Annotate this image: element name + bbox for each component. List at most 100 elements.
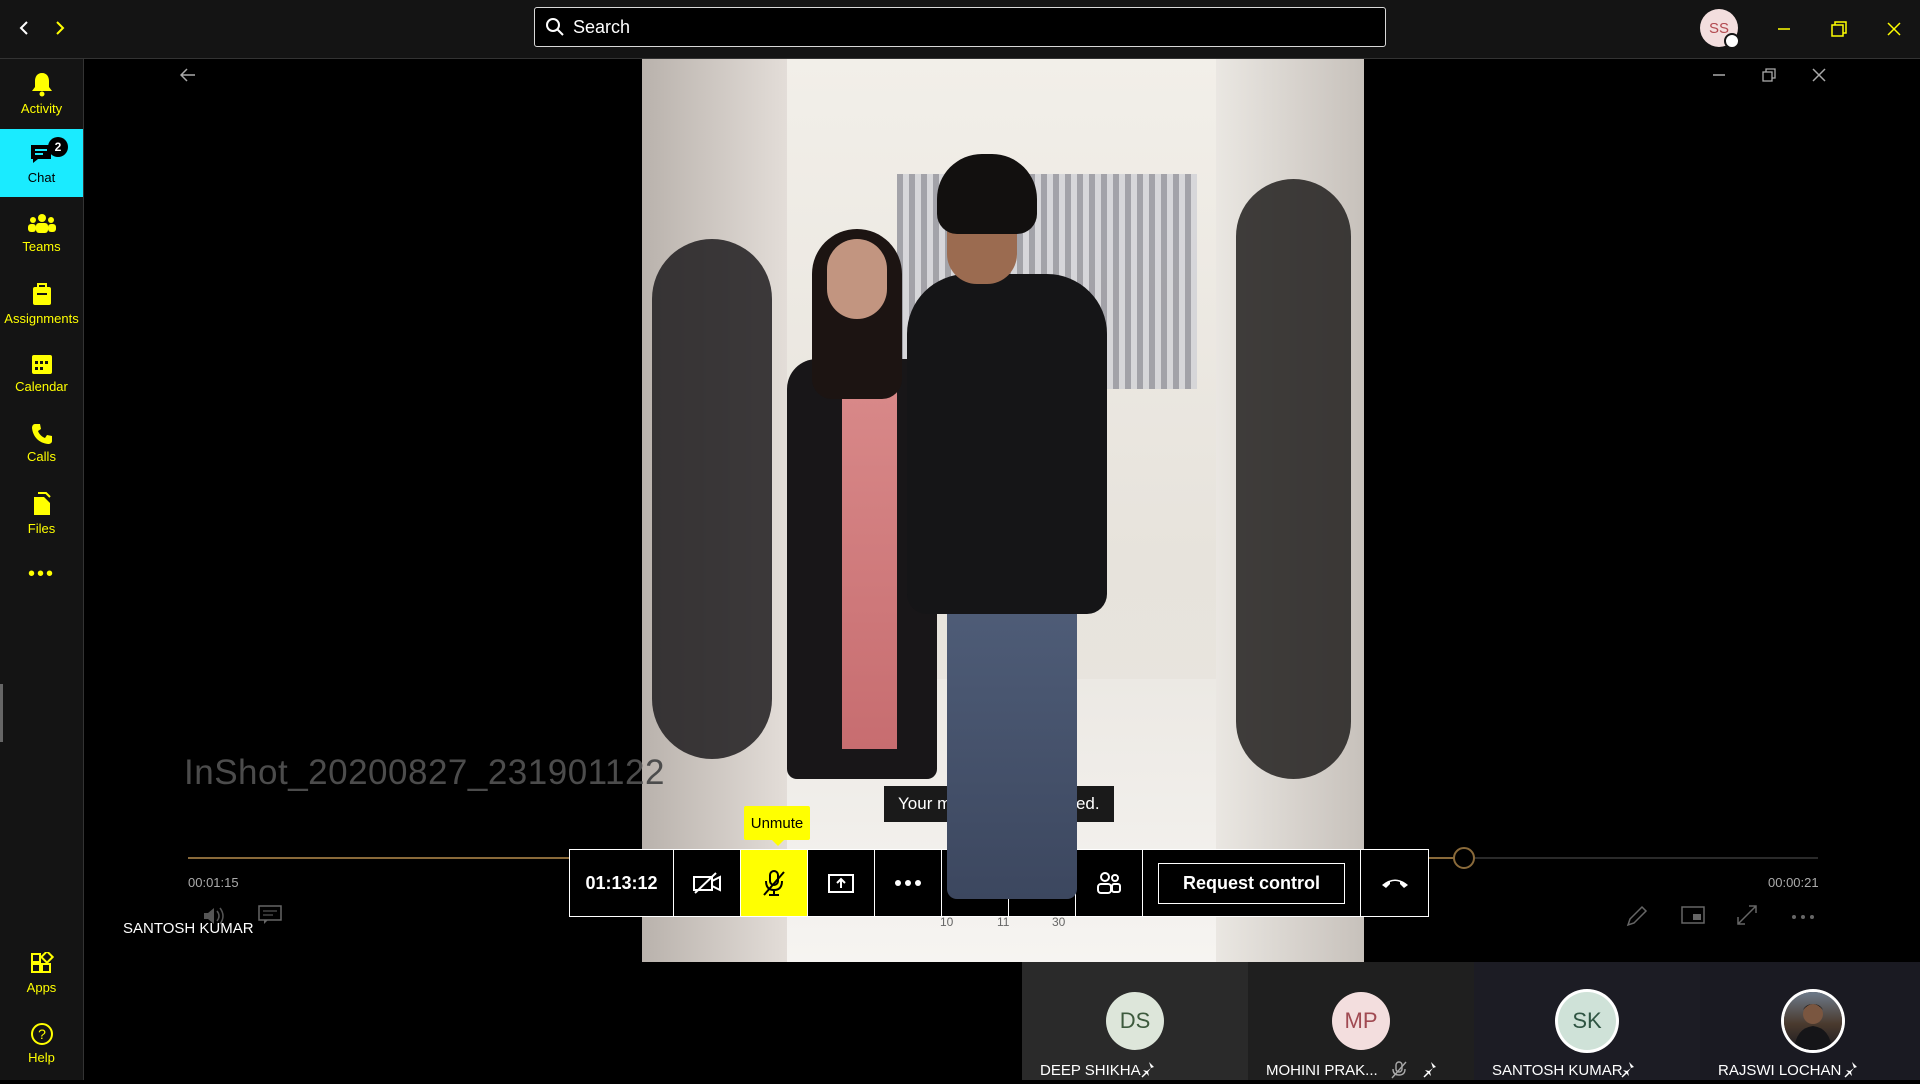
search-icon xyxy=(545,17,565,42)
fullscreen-icon[interactable] xyxy=(1736,904,1758,931)
search-input[interactable]: Search xyxy=(534,7,1386,47)
back-arrow-icon[interactable] xyxy=(179,68,196,87)
request-control-cell: Request control xyxy=(1143,850,1361,916)
rail-item-files[interactable]: Files xyxy=(0,479,83,547)
volume-icon[interactable] xyxy=(202,905,228,932)
more-dots-icon: ••• xyxy=(27,562,55,585)
chat-badge: 2 xyxy=(48,137,68,157)
picture-in-picture-icon[interactable] xyxy=(1681,904,1705,931)
restore-window-button[interactable] xyxy=(1822,12,1856,46)
participant-photo-avatar xyxy=(1784,992,1842,1050)
participant-name: SANTOSH KUMAR xyxy=(1492,1062,1623,1079)
rail-item-apps[interactable]: Apps xyxy=(0,939,83,1007)
close-window-button[interactable] xyxy=(1877,12,1911,46)
participant-tile[interactable]: MP MOHINI PRAK... xyxy=(1248,962,1474,1080)
video-person-b-hoodie xyxy=(907,274,1107,614)
media-remaining-time: 00:00:21 xyxy=(1768,875,1819,890)
bell-icon xyxy=(31,72,52,96)
media-filename: InShot_20200827_231901122 xyxy=(184,753,665,792)
rail-label-help: Help xyxy=(28,1049,55,1065)
pin-icon[interactable] xyxy=(1843,1061,1861,1084)
unmute-tooltip: Unmute xyxy=(744,806,810,846)
call-duration: 01:13:12 xyxy=(570,850,674,916)
captions-icon[interactable] xyxy=(258,905,282,930)
camera-off-icon xyxy=(693,872,721,894)
shared-minimize-icon[interactable] xyxy=(1712,68,1726,87)
video-person-b-jeans xyxy=(947,599,1077,899)
rail-label-files: Files xyxy=(27,520,56,536)
rail-scroll-marker xyxy=(0,684,3,742)
svg-text:?: ? xyxy=(38,1026,46,1042)
rail-label-teams: Teams xyxy=(22,238,61,254)
participants-icon xyxy=(1097,872,1121,894)
back-arrow-icon[interactable] xyxy=(12,14,36,42)
rail-item-help[interactable]: ? Help xyxy=(0,1009,83,1077)
participant-avatar: SK xyxy=(1558,992,1616,1050)
show-participants-button[interactable] xyxy=(1076,850,1143,916)
shared-restore-icon[interactable] xyxy=(1762,68,1776,87)
rail-label-chat: Chat xyxy=(27,169,56,185)
rail-label-assignments: Assignments xyxy=(4,310,79,326)
minimize-window-button[interactable] xyxy=(1767,12,1801,46)
scale-label: 30 xyxy=(1052,915,1066,929)
assignments-icon xyxy=(32,282,51,305)
scale-label: 11 xyxy=(997,915,1010,929)
participant-avatar: MP xyxy=(1332,992,1390,1050)
more-options-icon[interactable] xyxy=(1791,908,1815,926)
presenter-name: SANTOSH KUMAR xyxy=(123,920,254,937)
share-screen-button[interactable] xyxy=(808,850,875,916)
phone-icon xyxy=(31,423,52,444)
title-bar: Search SS xyxy=(0,0,1920,59)
files-icon xyxy=(33,491,51,515)
participant-name: DEEP SHIKHA xyxy=(1040,1062,1141,1079)
media-progress-knob[interactable] xyxy=(1453,847,1475,869)
more-dots-icon xyxy=(895,880,921,886)
video-blur-right xyxy=(1216,59,1364,962)
participant-name: RAJSWI LOCHAN xyxy=(1718,1062,1842,1079)
video-frame xyxy=(787,59,1216,962)
rail-item-calls[interactable]: Calls xyxy=(0,409,83,477)
pin-icon[interactable] xyxy=(1422,1061,1440,1084)
search-placeholder: Search xyxy=(573,17,631,37)
participant-tile[interactable]: DS DEEP SHIKHA xyxy=(1022,962,1248,1080)
help-icon: ? xyxy=(30,1022,53,1045)
shared-close-icon[interactable] xyxy=(1812,68,1826,87)
rail-item-activity[interactable]: Activity xyxy=(0,59,83,127)
calendar-icon xyxy=(31,354,52,374)
video-person-a-face xyxy=(827,239,887,319)
participant-tile[interactable]: RAJSWI LOCHAN xyxy=(1700,962,1920,1080)
forward-arrow-icon[interactable] xyxy=(48,14,72,42)
pin-icon[interactable] xyxy=(1620,1061,1638,1084)
blurred-figure-right xyxy=(1236,179,1351,779)
hang-up-icon xyxy=(1381,879,1408,888)
video-person-a-dress xyxy=(842,369,897,749)
mic-off-icon xyxy=(763,870,785,896)
rail-label-apps: Apps xyxy=(26,979,57,995)
rail-item-assignments[interactable]: Assignments xyxy=(0,269,83,337)
rail-item-chat[interactable]: 2 Chat xyxy=(0,129,83,197)
apps-icon xyxy=(30,951,54,973)
user-avatar[interactable]: SS xyxy=(1700,9,1740,49)
camera-toggle-button[interactable] xyxy=(674,850,741,916)
blurred-figure-left xyxy=(652,239,772,759)
video-person-b-hair xyxy=(937,154,1037,234)
mic-off-icon xyxy=(1390,1061,1408,1084)
rail-label-activity: Activity xyxy=(20,100,63,116)
hang-up-button[interactable] xyxy=(1361,850,1428,916)
rail-label-calls: Calls xyxy=(27,448,56,464)
request-control-button[interactable]: Request control xyxy=(1157,862,1345,904)
teams-icon xyxy=(27,213,56,233)
participant-tile[interactable]: SK SANTOSH KUMAR xyxy=(1474,962,1700,1080)
rail-more-button[interactable]: ••• xyxy=(0,549,83,599)
rail-item-calendar[interactable]: Calendar xyxy=(0,339,83,407)
more-actions-button[interactable] xyxy=(875,850,942,916)
participant-avatar: DS xyxy=(1106,992,1164,1050)
share-tray-icon xyxy=(828,874,854,893)
pencil-icon[interactable] xyxy=(1625,904,1649,933)
scale-label: 10 xyxy=(940,915,954,929)
rail-label-calendar: Calendar xyxy=(15,378,68,394)
rail-item-teams[interactable]: Teams xyxy=(0,199,83,267)
unmute-button[interactable] xyxy=(741,850,808,916)
pin-icon[interactable] xyxy=(1140,1061,1158,1084)
presence-status-icon xyxy=(1724,33,1740,49)
